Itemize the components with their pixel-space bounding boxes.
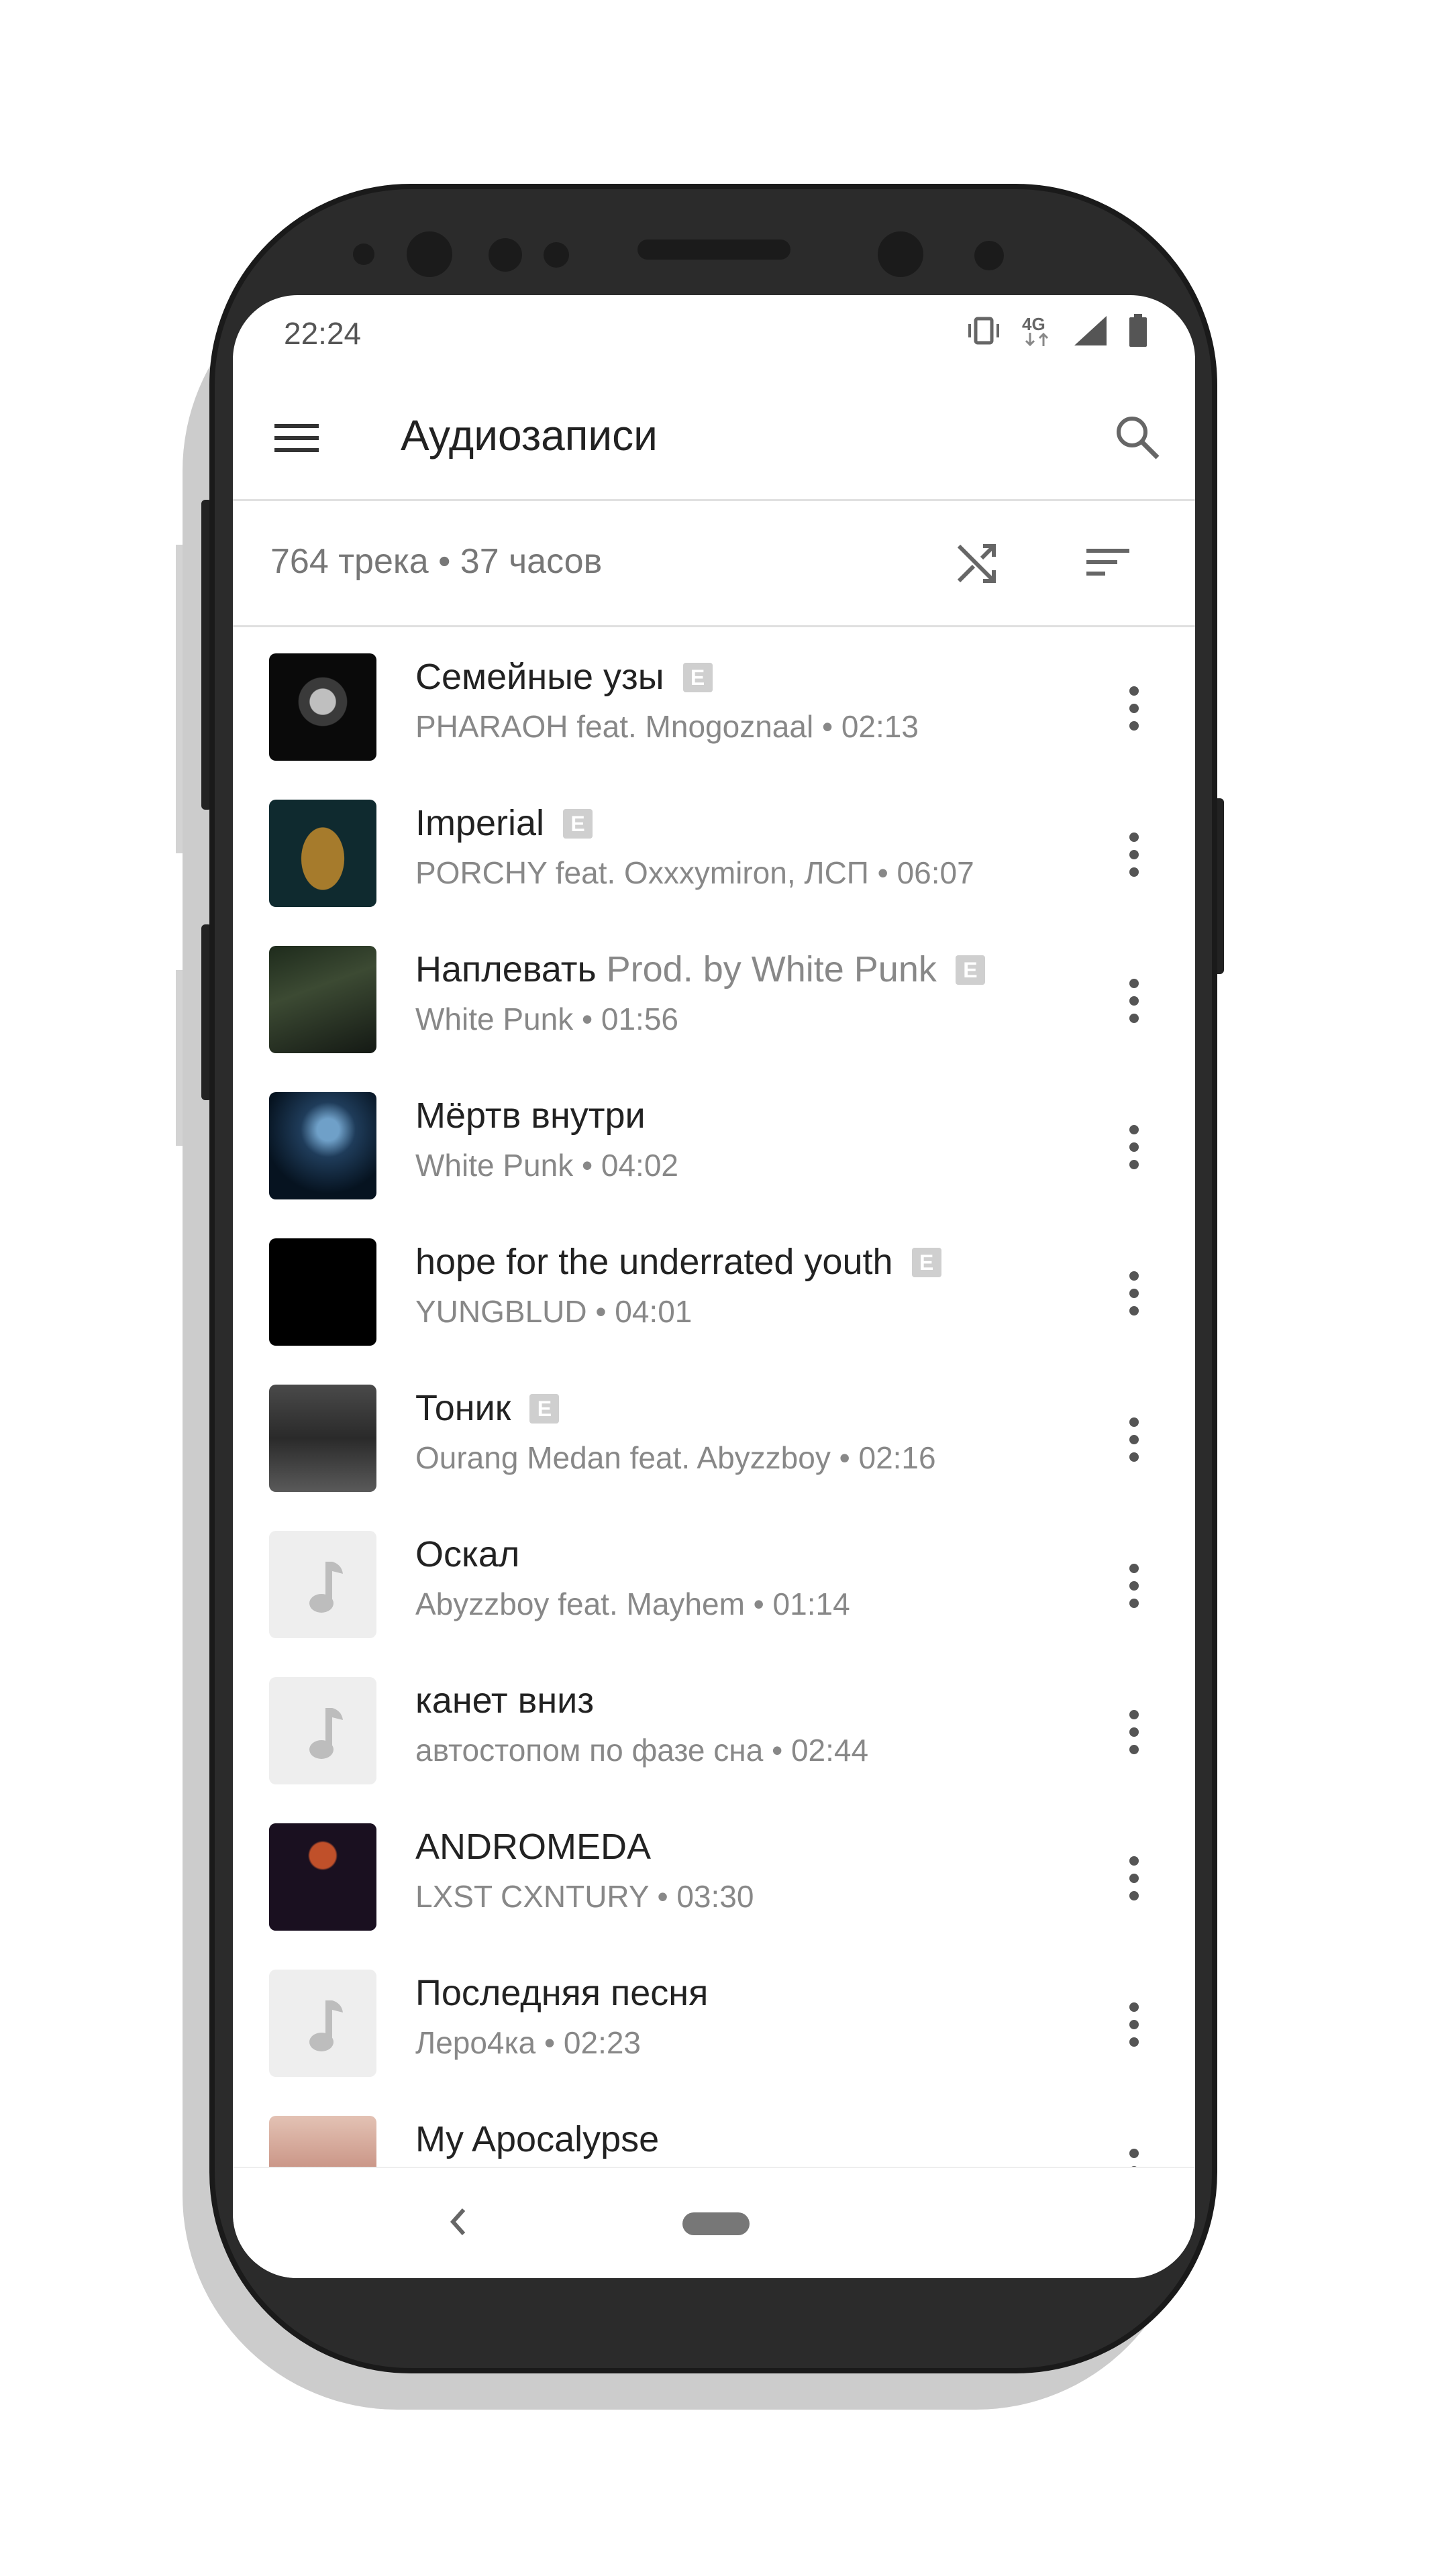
explicit-badge: E bbox=[563, 809, 593, 839]
track-row[interactable]: Imperial E PORCHY feat. Oxxxymiron, ЛСП • … bbox=[233, 784, 1195, 930]
more-options-icon[interactable] bbox=[1117, 1559, 1151, 1613]
track-title: Семейные узы bbox=[415, 657, 664, 697]
explicit-badge: E bbox=[682, 663, 713, 692]
track-artist-duration: LXST CXNTURY • 03:30 bbox=[415, 1879, 754, 1914]
track-artist-duration: Ourang Medan feat. Abyzzboy • 02:16 bbox=[415, 1440, 936, 1475]
track-artist-duration: PORCHY feat. Oxxxymiron, ЛСП • 06:07 bbox=[415, 855, 974, 890]
tracks-summary: 764 трека • 37 часов bbox=[270, 542, 603, 581]
more-options-icon[interactable] bbox=[1117, 1267, 1151, 1320]
track-artist-duration: White Punk • 04:02 bbox=[415, 1148, 678, 1183]
track-title: Тоник bbox=[415, 1388, 511, 1428]
track-artist-duration: YUNGBLUD • 04:01 bbox=[415, 1294, 693, 1329]
track-title-line: hope for the underrated youth E bbox=[415, 1241, 941, 1283]
album-cover bbox=[269, 653, 376, 761]
music-note-icon bbox=[269, 1677, 376, 1784]
front-camera bbox=[407, 231, 452, 277]
search-icon[interactable] bbox=[1113, 413, 1162, 462]
sensor-dot bbox=[974, 241, 1004, 270]
track-row[interactable]: Последняя песня Леро4ка • 02:23 bbox=[233, 1953, 1195, 2100]
front-camera bbox=[878, 231, 923, 277]
back-icon[interactable] bbox=[440, 2202, 480, 2242]
track-title-line: Imperial E bbox=[415, 802, 593, 844]
track-row[interactable]: Тоник E Ourang Medan feat. Abyzzboy • 02:1… bbox=[233, 1368, 1195, 1515]
track-title: Оскал bbox=[415, 1534, 520, 1574]
track-row[interactable]: ANDROMEDA LXST CXNTURY • 03:30 bbox=[233, 1807, 1195, 1953]
track-artist-duration: PHARAOH feat. Mnogoznaal • 02:13 bbox=[415, 709, 919, 744]
track-artist-duration: Abyzzboy feat. Mayhem • 01:14 bbox=[415, 1587, 850, 1621]
album-cover bbox=[269, 1092, 376, 1199]
track-title: hope for the underrated youth bbox=[415, 1242, 893, 1282]
track-artist-duration: Леро4ка • 02:23 bbox=[415, 2025, 642, 2060]
app-screen: 22:24 4G Аудиозаписи 764 трека • 37 часо… bbox=[233, 295, 1195, 2278]
music-note-icon bbox=[269, 1531, 376, 1638]
vibrate-icon bbox=[968, 317, 999, 345]
more-options-icon[interactable] bbox=[1117, 974, 1151, 1028]
sensor-dot bbox=[489, 238, 522, 272]
sensor-dot bbox=[353, 244, 374, 265]
track-title-line: Семейные узы E bbox=[415, 656, 713, 698]
track-row[interactable]: Оскал Abyzzboy feat. Mayhem • 01:14 bbox=[233, 1515, 1195, 1661]
status-bar: 22:24 4G bbox=[233, 295, 1195, 376]
track-row[interactable]: канет вниз автостопом по фазе сна • 02:44 bbox=[233, 1661, 1195, 1807]
battery-icon bbox=[1129, 314, 1147, 347]
sensor-dot bbox=[544, 242, 569, 268]
track-title-line: Оскал bbox=[415, 1534, 519, 1575]
earpiece-speaker bbox=[637, 239, 790, 260]
device-mockup: 22:24 4G Аудиозаписи 764 трека • 37 часо… bbox=[0, 0, 1432, 2576]
track-title-line: My Apocalypse bbox=[415, 2118, 659, 2160]
track-row[interactable]: Мёртв внутри White Punk • 04:02 bbox=[233, 1076, 1195, 1222]
home-button[interactable] bbox=[682, 2212, 750, 2235]
more-options-icon[interactable] bbox=[1117, 1705, 1151, 1759]
more-options-icon[interactable] bbox=[1117, 1851, 1151, 1905]
explicit-badge: E bbox=[955, 955, 985, 985]
track-row[interactable]: Наплевать Prod. by White Punk E White Punk… bbox=[233, 930, 1195, 1076]
track-artist-duration: автостопом по фазе сна • 02:44 bbox=[415, 1733, 869, 1768]
track-title-line: Мёртв внутри bbox=[415, 1095, 646, 1136]
system-nav-bar bbox=[233, 2167, 1195, 2278]
signal-icon bbox=[1074, 316, 1107, 345]
track-title-line: Наплевать Prod. by White Punk E bbox=[415, 949, 985, 990]
tracks-summary-bar: 764 трека • 37 часов bbox=[233, 499, 1195, 627]
shuffle-icon[interactable] bbox=[954, 538, 1002, 586]
page-title: Аудиозаписи bbox=[401, 411, 658, 460]
album-cover bbox=[269, 800, 376, 907]
more-options-icon[interactable] bbox=[1117, 1998, 1151, 2051]
sort-icon[interactable] bbox=[1084, 538, 1132, 586]
track-title: Imperial bbox=[415, 803, 545, 843]
status-icons: 4G bbox=[966, 314, 1148, 347]
track-title: My Apocalypse bbox=[415, 2119, 660, 2159]
explicit-badge: E bbox=[529, 1394, 560, 1424]
network-4g-icon: 4G bbox=[1022, 314, 1053, 347]
menu-icon[interactable] bbox=[274, 416, 319, 460]
track-title: Последняя песня bbox=[415, 1973, 709, 2013]
track-title-line: ANDROMEDA bbox=[415, 1826, 651, 1868]
track-title: ANDROMEDA bbox=[415, 1827, 652, 1867]
music-note-icon bbox=[269, 1970, 376, 2077]
track-title: канет вниз bbox=[415, 1680, 595, 1721]
track-title-line: Тоник E bbox=[415, 1387, 560, 1429]
album-cover bbox=[269, 946, 376, 1053]
track-title: Мёртв внутри bbox=[415, 1095, 646, 1136]
track-artist-duration: White Punk • 01:56 bbox=[415, 1002, 678, 1036]
track-row[interactable]: hope for the underrated youth E YUNGBLUD •… bbox=[233, 1222, 1195, 1368]
track-title-extra: Prod. by White Punk bbox=[606, 949, 937, 989]
explicit-badge: E bbox=[911, 1248, 941, 1277]
track-title: Наплевать bbox=[415, 949, 597, 989]
track-row[interactable]: Семейные узы E PHARAOH feat. Mnogoznaal • … bbox=[233, 637, 1195, 784]
track-title-line: канет вниз bbox=[415, 1680, 594, 1721]
app-toolbar: Аудиозаписи bbox=[233, 376, 1195, 501]
track-title-line: Последняя песня bbox=[415, 1972, 708, 2014]
album-cover bbox=[269, 1385, 376, 1492]
status-time: 22:24 bbox=[284, 316, 362, 351]
network-label: 4G bbox=[1022, 314, 1045, 334]
more-options-icon[interactable] bbox=[1117, 1413, 1151, 1466]
more-options-icon[interactable] bbox=[1117, 682, 1151, 735]
more-options-icon[interactable] bbox=[1117, 828, 1151, 881]
album-cover bbox=[269, 1238, 376, 1346]
album-cover bbox=[269, 1823, 376, 1931]
more-options-icon[interactable] bbox=[1117, 1120, 1151, 1174]
